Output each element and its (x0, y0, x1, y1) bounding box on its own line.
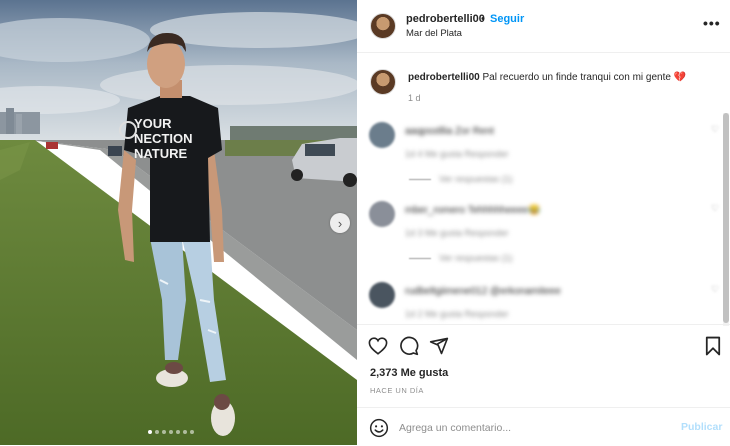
comment-bubble-icon[interactable] (398, 335, 420, 357)
next-photo-button[interactable]: › (330, 213, 350, 233)
carousel-dot[interactable] (162, 430, 166, 434)
caption-time[interactable]: 1 d (408, 93, 421, 103)
caption-text: Pal recuerdo un finde tranqui con mi gen… (482, 72, 687, 83)
comment-meta[interactable]: 1d 3 Me gusta Responder (405, 228, 509, 238)
carousel-dot[interactable] (183, 430, 187, 434)
comment-text: mber_romero Tehhhhheeee😂 (405, 205, 541, 216)
like-heart-icon[interactable] (367, 335, 389, 357)
carousel-dot[interactable] (155, 430, 159, 434)
comment-like-icon[interactable]: ♡ (711, 124, 719, 135)
avatar[interactable] (370, 13, 396, 39)
post-timestamp[interactable]: HACE UN DÍA (370, 386, 424, 395)
header-username[interactable]: pedrobertelli00 (406, 13, 485, 25)
follow-button[interactable]: Seguir (490, 13, 524, 25)
post-photo[interactable]: YOUR NECTION NATURE › (0, 0, 357, 445)
comment-avatar[interactable] (369, 282, 395, 308)
separator-dot: • (481, 13, 485, 25)
comment-like-icon[interactable]: ♡ (711, 203, 719, 214)
shirt-text-1: YOUR (134, 116, 172, 131)
scrollbar-thumb[interactable] (723, 113, 729, 323)
publish-button[interactable]: Publicar (681, 421, 722, 433)
shirt-text-2: NECTION (134, 131, 193, 146)
add-comment-bar: Publicar (357, 407, 730, 446)
view-replies-link[interactable]: Ver respuestas (1) (439, 174, 513, 184)
carousel-dot[interactable] (169, 430, 173, 434)
share-send-icon[interactable] (428, 335, 450, 357)
location-link[interactable]: Mar del Plata (406, 28, 462, 39)
comment-avatar[interactable] (369, 122, 395, 148)
photo-scene: YOUR NECTION NATURE (0, 0, 357, 445)
comment-avatar[interactable] (369, 201, 395, 227)
carousel-dot[interactable] (190, 430, 194, 434)
comment-input[interactable] (397, 418, 671, 438)
avatar[interactable] (370, 69, 396, 95)
carousel-dot[interactable] (176, 430, 180, 434)
comment-meta[interactable]: 1d 2 Me gusta Responder (405, 309, 509, 319)
carousel-dots (148, 430, 194, 434)
carousel-dot[interactable] (148, 430, 152, 434)
emoji-icon[interactable] (369, 418, 389, 438)
post-actions: 2,373 Me gusta HACE UN DÍA (357, 324, 730, 405)
reply-divider (409, 258, 431, 259)
more-options-icon[interactable]: ••• (703, 15, 721, 31)
comment-meta[interactable]: 1d 4 Me gusta Responder (405, 149, 509, 159)
likes-count[interactable]: 2,373 Me gusta (370, 367, 448, 379)
chevron-right-icon: › (337, 215, 343, 231)
view-replies-link[interactable]: Ver respuestas (1) (439, 253, 513, 263)
comment-like-icon[interactable]: ♡ (711, 284, 719, 295)
caption-username[interactable]: pedrobertelli00 (408, 72, 480, 83)
comment-text: rudbeltgiimene012 @erkonamiteee (405, 286, 561, 297)
post-panel: pedrobertelli00 • Seguir Mar del Plata •… (357, 0, 730, 445)
comment-text: aaqpsstllia Zor Rent (405, 126, 494, 137)
bookmark-icon[interactable] (702, 335, 724, 357)
caption-text-block: pedrobertelli00 Pal recuerdo un finde tr… (408, 71, 718, 84)
shirt-text-3: NATURE (134, 146, 188, 161)
reply-divider (409, 179, 431, 180)
post-header: pedrobertelli00 • Seguir Mar del Plata •… (357, 0, 730, 53)
